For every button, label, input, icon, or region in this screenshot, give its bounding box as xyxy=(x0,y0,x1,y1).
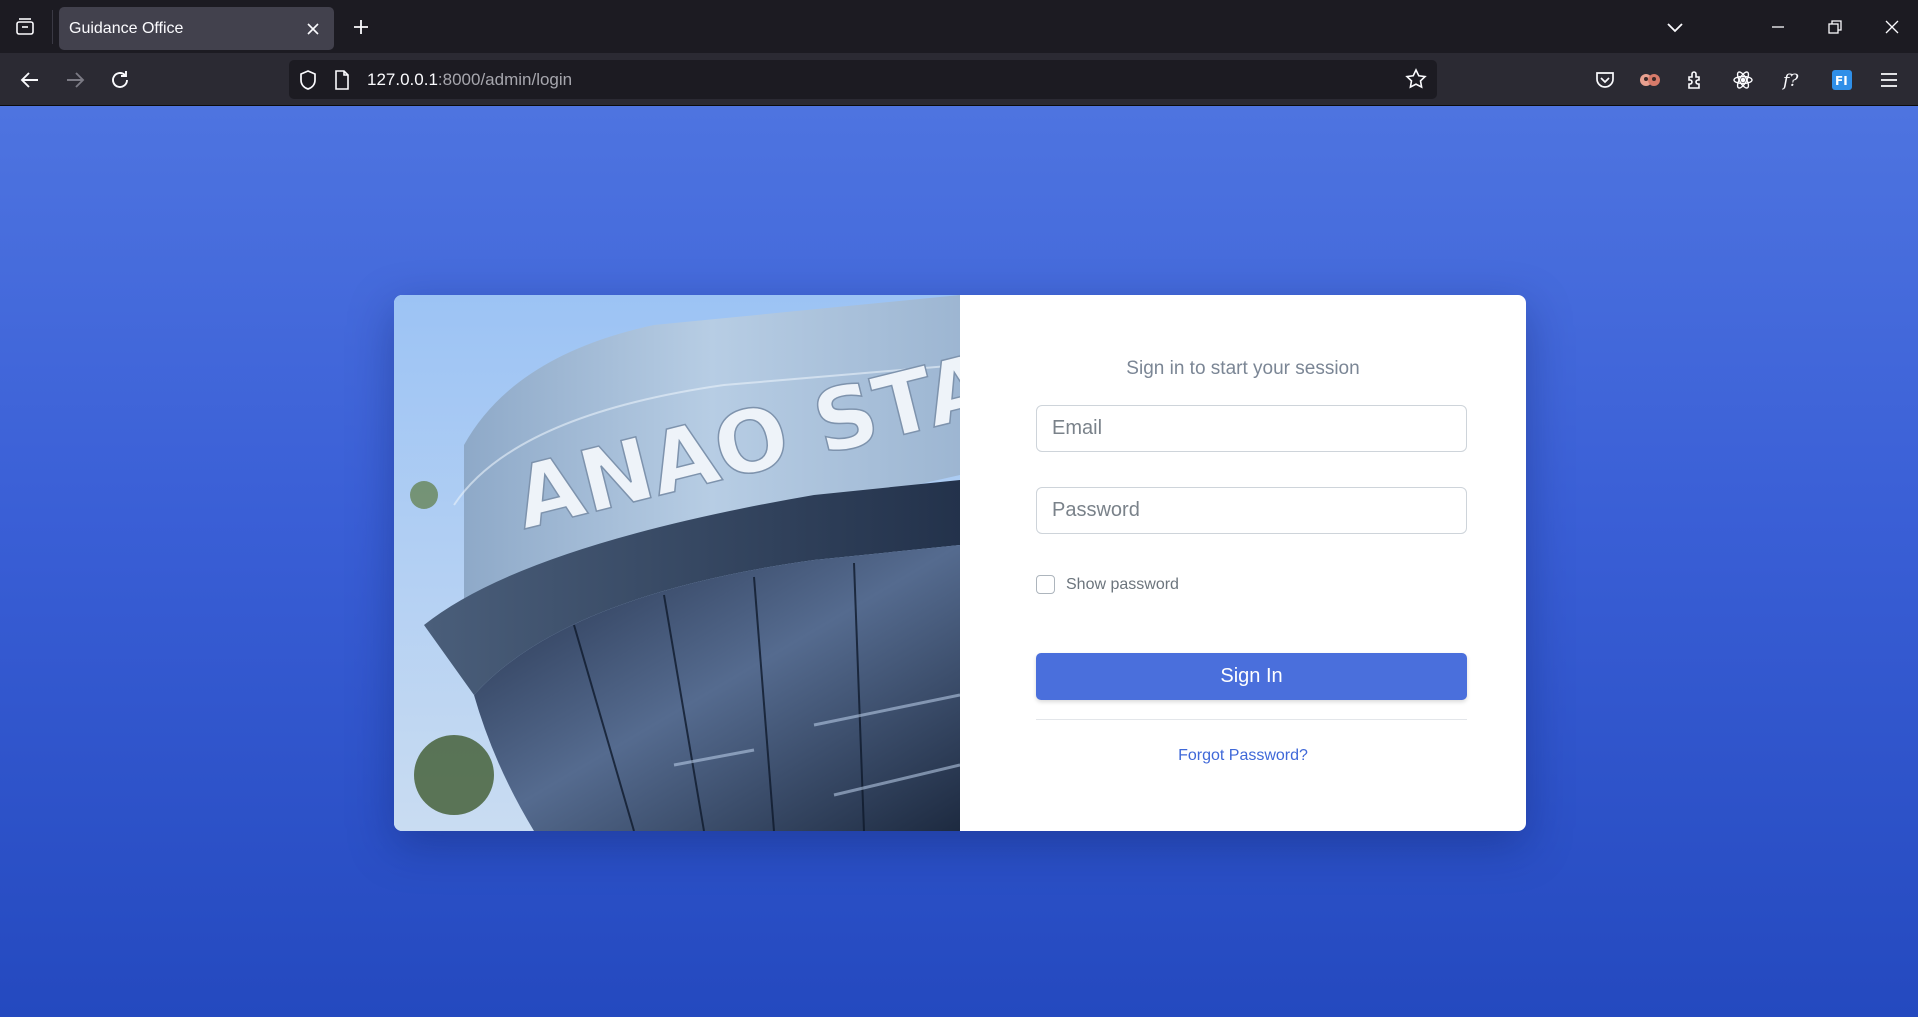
tab-bar: Guidance Office xyxy=(0,0,1918,53)
extension-avatar-icon[interactable] xyxy=(1635,65,1665,95)
tab-separator xyxy=(52,10,53,44)
reload-icon[interactable] xyxy=(104,64,136,96)
login-heading: Sign in to start your session xyxy=(1126,358,1360,379)
back-icon[interactable] xyxy=(14,64,46,96)
address-bar[interactable]: 127.0.0.1:8000/admin/login xyxy=(289,60,1437,99)
list-all-tabs-icon[interactable] xyxy=(1660,12,1690,42)
divider xyxy=(1036,719,1467,720)
url-path: :8000/admin/login xyxy=(437,70,573,89)
minimize-icon[interactable] xyxy=(1763,12,1793,42)
svg-text:FI: FI xyxy=(1835,74,1848,88)
extension-fi-icon[interactable]: FI xyxy=(1827,65,1857,95)
forgot-password-link[interactable]: Forgot Password? xyxy=(960,747,1526,765)
font-finder-icon[interactable]: f? xyxy=(1778,65,1808,95)
tab-list-icon[interactable] xyxy=(12,14,38,40)
login-card: ANAO STATE Sign in to start your session… xyxy=(394,295,1526,831)
menu-hamburger-icon[interactable] xyxy=(1874,65,1904,95)
restore-icon[interactable] xyxy=(1820,12,1850,42)
url-text[interactable]: 127.0.0.1:8000/admin/login xyxy=(367,70,572,90)
forward-icon[interactable] xyxy=(59,64,91,96)
password-input[interactable] xyxy=(1036,487,1467,534)
show-password-label[interactable]: Show password xyxy=(1066,576,1179,594)
page-icon[interactable] xyxy=(333,69,351,96)
extensions-puzzle-icon[interactable] xyxy=(1681,65,1711,95)
show-password-row[interactable]: Show password xyxy=(1036,575,1179,594)
svg-text:f?: f? xyxy=(1781,71,1799,91)
tab-guidance-office[interactable]: Guidance Office xyxy=(59,7,334,50)
email-input[interactable] xyxy=(1036,405,1467,452)
tab-title: Guidance Office xyxy=(69,19,184,37)
close-tab-icon[interactable] xyxy=(302,18,324,40)
show-password-checkbox[interactable] xyxy=(1036,575,1055,594)
url-host: 127.0.0.1 xyxy=(367,70,438,89)
react-devtools-icon[interactable] xyxy=(1728,65,1758,95)
login-page: ANAO STATE Sign in to start your session… xyxy=(0,106,1918,1017)
new-tab-icon[interactable] xyxy=(348,14,374,40)
campus-building-photo: ANAO STATE xyxy=(394,295,960,831)
bookmark-star-icon[interactable] xyxy=(1405,68,1427,95)
sign-in-button[interactable]: Sign In xyxy=(1036,653,1467,700)
pocket-icon[interactable] xyxy=(1590,65,1620,95)
shield-icon[interactable] xyxy=(298,69,318,96)
login-form: Sign in to start your session Show passw… xyxy=(960,295,1526,831)
close-window-icon[interactable] xyxy=(1877,12,1907,42)
navigation-toolbar: 127.0.0.1:8000/admin/login f? FI xyxy=(0,53,1918,106)
